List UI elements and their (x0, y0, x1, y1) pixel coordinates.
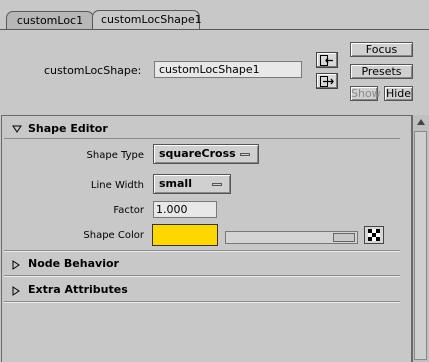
node-name-label: customLocShape: (44, 64, 142, 77)
shape-color-slider[interactable] (225, 231, 358, 244)
map-texture-button[interactable] (364, 226, 384, 244)
section-divider-highlight (4, 302, 400, 303)
scroll-up-icon[interactable] (416, 118, 426, 126)
section-divider-highlight (4, 276, 400, 277)
section-extra-attributes-title: Extra Attributes (28, 283, 128, 296)
presets-button[interactable]: Presets (350, 64, 413, 79)
shape-type-label: Shape Type (86, 150, 144, 161)
show-button[interactable]: Show (350, 86, 381, 101)
section-shape-editor-title: Shape Editor (28, 122, 108, 135)
line-width-value: small (159, 177, 192, 190)
line-width-label: Line Width (90, 180, 144, 191)
tab-customloc1[interactable]: customLoc1 (6, 11, 94, 29)
shape-type-value: squareCross (159, 147, 236, 160)
tab-divider (0, 29, 429, 30)
scrollbar-thumb[interactable] (414, 131, 427, 360)
section-divider-highlight (4, 251, 400, 252)
output-connections-button[interactable] (316, 73, 338, 89)
triangle-right-icon (12, 286, 20, 296)
triangle-right-icon (12, 260, 20, 270)
checker-icon (368, 229, 380, 241)
section-node-behavior-title: Node Behavior (28, 257, 119, 270)
slider-handle[interactable] (333, 233, 355, 242)
shape-type-dropdown[interactable]: squareCross (153, 144, 259, 164)
vertical-scrollbar[interactable] (412, 115, 429, 362)
tab-customlocshape1[interactable]: customLocShape1 (92, 10, 202, 30)
line-width-dropdown[interactable]: small (153, 174, 231, 194)
focus-button[interactable]: Focus (350, 42, 413, 57)
option-menu-indicator-icon (240, 153, 250, 156)
factor-label: Factor (113, 205, 144, 216)
factor-field[interactable]: 1.000 (153, 201, 217, 218)
input-connections-icon (320, 55, 333, 66)
input-connections-button[interactable] (316, 52, 338, 68)
shape-color-label: Shape Color (83, 230, 144, 241)
section-divider (4, 138, 400, 139)
option-menu-indicator-icon (212, 183, 222, 186)
tab-bar: customLoc1 customLocShape1 (0, 0, 429, 30)
hide-button[interactable]: Hide (384, 86, 413, 101)
node-name-field[interactable]: customLocShape1 (154, 61, 302, 78)
shape-color-swatch[interactable] (152, 224, 218, 246)
triangle-down-icon (12, 125, 22, 133)
output-connections-icon (320, 76, 334, 87)
